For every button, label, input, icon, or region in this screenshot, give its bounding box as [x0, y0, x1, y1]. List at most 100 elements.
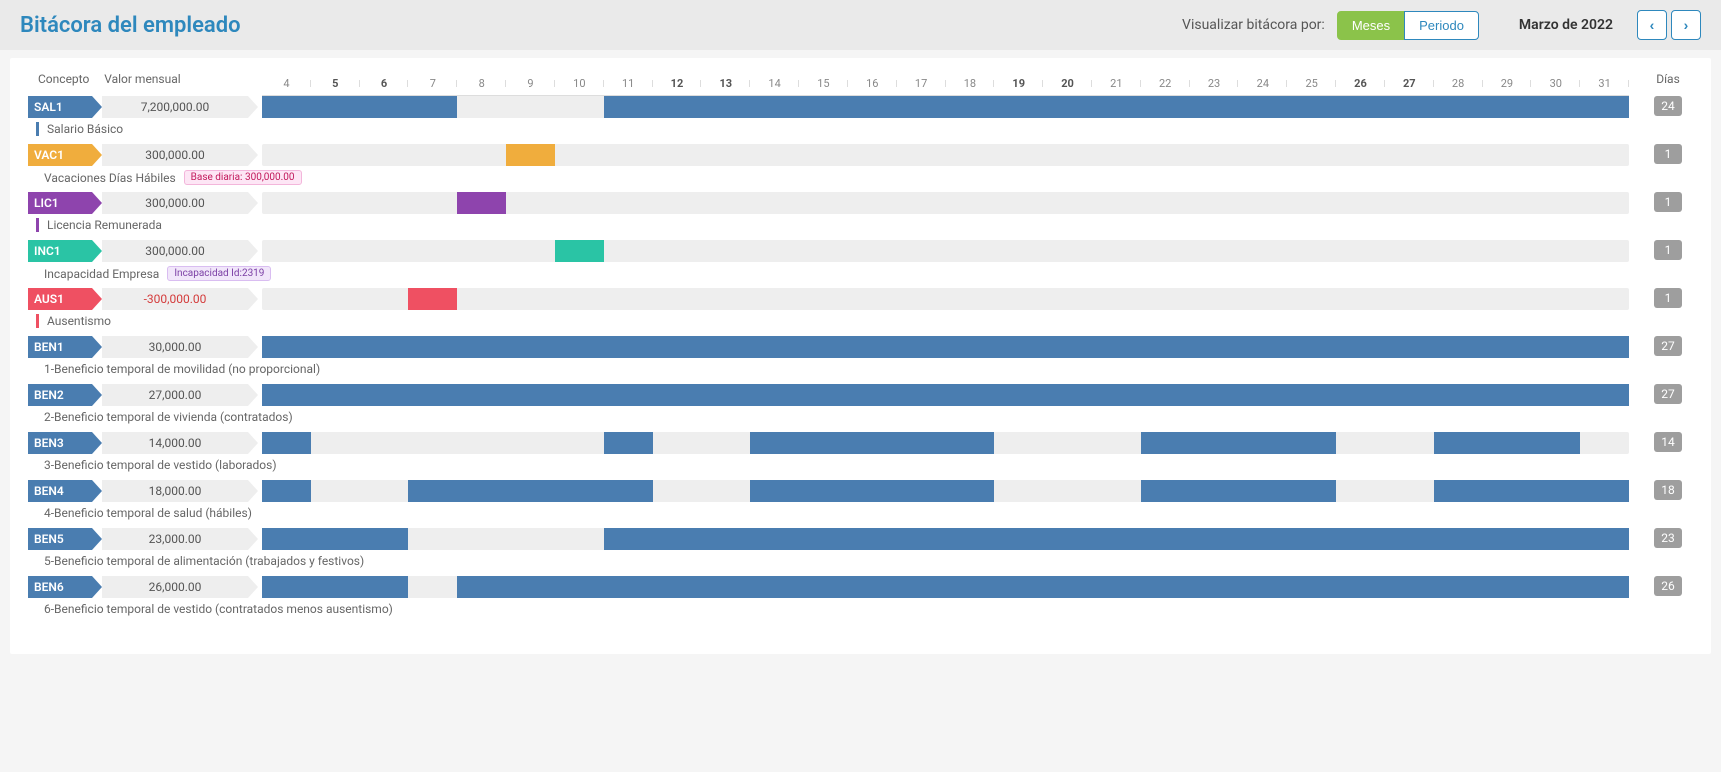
- next-month-button[interactable]: ›: [1671, 10, 1701, 40]
- day-17: 17: [897, 77, 946, 90]
- col-head-valor-label: Valor mensual: [104, 72, 180, 86]
- day-19: 19: [994, 77, 1043, 90]
- days-badge: 1: [1654, 192, 1682, 212]
- concept-sal1: SAL17,200,000.00Salario Básico: [28, 96, 248, 136]
- gantt-segment: [604, 528, 1629, 550]
- concept-value: 300,000.00: [102, 144, 248, 166]
- concept-code: SAL1: [28, 96, 92, 118]
- day-8: 8: [457, 77, 506, 90]
- gantt-segment: [506, 144, 555, 166]
- concept-code: BEN6: [28, 576, 92, 598]
- day-16: 16: [848, 77, 897, 90]
- concept-desc-text: 4-Beneficio temporal de salud (hábiles): [44, 506, 252, 520]
- concept-desc-text: 5-Beneficio temporal de alimentación (tr…: [44, 554, 364, 568]
- panel: Concepto Valor mensual 45678910111213141…: [10, 58, 1711, 654]
- concept-desc-text: Vacaciones Días Hábiles: [44, 171, 176, 185]
- concept-side-bar: [36, 218, 39, 232]
- gantt-sal1: [262, 96, 1629, 118]
- days-badge: 14: [1654, 432, 1682, 452]
- gantt-segment: [750, 480, 994, 502]
- concept-code-text: BEN1: [34, 340, 64, 354]
- concept-tag: Incapacidad Id:2319: [167, 266, 271, 281]
- day-31: 31: [1580, 77, 1629, 90]
- gantt-segment: [262, 96, 457, 118]
- days-inc1: 1: [1643, 240, 1693, 260]
- concept-desc: Incapacidad EmpresaIncapacidad Id:2319: [28, 266, 248, 281]
- concept-ben5: BEN523,000.005-Beneficio temporal de ali…: [28, 528, 248, 568]
- concept-inc1: INC1300,000.00Incapacidad EmpresaIncapac…: [28, 240, 248, 281]
- gantt-segment: [555, 240, 604, 262]
- gantt-segment: [262, 480, 311, 502]
- gantt-inc1: [262, 240, 1629, 262]
- days-sal1: 24: [1643, 96, 1693, 116]
- concept-value: 18,000.00: [102, 480, 248, 502]
- gantt-segment: [262, 384, 1629, 406]
- concept-desc-text: Salario Básico: [47, 122, 123, 136]
- concept-desc: 4-Beneficio temporal de salud (hábiles): [28, 506, 248, 520]
- days-badge: 27: [1654, 384, 1682, 404]
- concept-ben1: BEN130,000.001-Beneficio temporal de mov…: [28, 336, 248, 376]
- gantt-track: [262, 240, 1629, 262]
- gantt-ben6: [262, 576, 1629, 598]
- gantt-ben4: [262, 480, 1629, 502]
- day-23: 23: [1190, 77, 1239, 90]
- concept-code-text: LIC1: [34, 196, 59, 210]
- prev-month-button[interactable]: ‹: [1637, 10, 1667, 40]
- concept-code-text: BEN2: [34, 388, 64, 402]
- gantt-ben1: [262, 336, 1629, 358]
- days-badge: 1: [1654, 288, 1682, 308]
- gantt-segment: [604, 96, 1629, 118]
- gantt-ben3: [262, 432, 1629, 454]
- gantt-segment: [750, 432, 994, 454]
- day-12: 12: [653, 77, 702, 90]
- days-badge: 1: [1654, 240, 1682, 260]
- concept-value: 300,000.00: [102, 240, 248, 262]
- concept-value: 27,000.00: [102, 384, 248, 406]
- page-title: Bitácora del empleado: [20, 13, 241, 38]
- toggle-periodo[interactable]: Periodo: [1404, 11, 1479, 40]
- concept-code: BEN3: [28, 432, 92, 454]
- concept-desc-text: 6-Beneficio temporal de vestido (contrat…: [44, 602, 393, 616]
- concept-value: 23,000.00: [102, 528, 248, 550]
- concept-desc: Licencia Remunerada: [28, 218, 248, 232]
- gantt-ben5: [262, 528, 1629, 550]
- gantt-ben2: [262, 384, 1629, 406]
- concept-tag: Base diaria: 300,000.00: [184, 170, 302, 185]
- gantt-segment: [604, 432, 653, 454]
- gantt-track: [262, 288, 1629, 310]
- viz-label: Visualizar bitácora por:: [1182, 17, 1325, 33]
- day-14: 14: [750, 77, 799, 90]
- day-29: 29: [1483, 77, 1532, 90]
- concept-ben4: BEN4 18,000.00 4-Beneficio temporal de sal…: [28, 480, 248, 520]
- day-28: 28: [1434, 77, 1483, 90]
- concept-code-text: VAC1: [34, 148, 64, 162]
- concept-desc-text: 2-Beneficio temporal de vivienda (contra…: [44, 410, 293, 424]
- header-bar: Bitácora del empleado Visualizar bitácor…: [0, 0, 1721, 50]
- concept-code: VAC1: [28, 144, 92, 166]
- gantt-segment: [408, 480, 652, 502]
- concept-value: 14,000.00: [102, 432, 248, 454]
- concept-code-text: BEN4: [34, 484, 64, 498]
- days-ben3: 14: [1643, 432, 1693, 452]
- days-ben5: 23: [1643, 528, 1693, 548]
- day-21: 21: [1092, 77, 1141, 90]
- day-9: 9: [506, 77, 555, 90]
- day-18: 18: [946, 77, 995, 90]
- concept-desc-text: Incapacidad Empresa: [44, 267, 159, 281]
- day-25: 25: [1287, 77, 1336, 90]
- concept-code: BEN1: [28, 336, 92, 358]
- concept-value: 300,000.00: [102, 192, 248, 214]
- concept-desc-text: 1-Beneficio temporal de movilidad (no pr…: [44, 362, 320, 376]
- concept-desc: 1-Beneficio temporal de movilidad (no pr…: [28, 362, 248, 376]
- concept-ben3: BEN314,000.003-Beneficio temporal de ves…: [28, 432, 248, 472]
- concept-code: AUS1: [28, 288, 92, 310]
- gantt-aus1: [262, 288, 1629, 310]
- days-aus1: 1: [1643, 288, 1693, 308]
- toggle-meses[interactable]: Meses: [1337, 11, 1405, 40]
- concept-desc-text: Ausentismo: [47, 314, 111, 328]
- concept-desc: 5-Beneficio temporal de alimentación (tr…: [28, 554, 248, 568]
- gantt-table: Concepto Valor mensual 45678910111213141…: [10, 58, 1711, 634]
- days-badge: 24: [1654, 96, 1682, 116]
- col-head-concepto: Concepto Valor mensual: [28, 72, 248, 90]
- days-badge: 18: [1654, 480, 1682, 500]
